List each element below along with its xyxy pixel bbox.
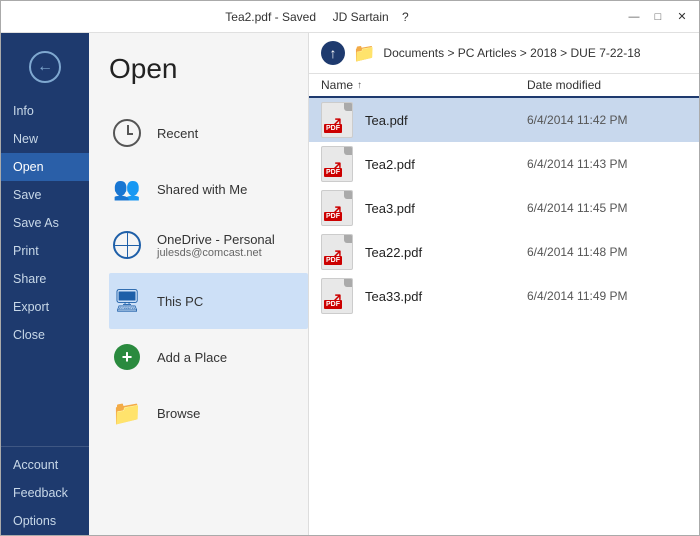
sidebar-bottom: Account Feedback Options bbox=[1, 446, 89, 535]
plus-icon: + bbox=[109, 339, 145, 375]
sidebar-item-print[interactable]: Print bbox=[1, 237, 89, 265]
computer-icon: 🖥 bbox=[109, 283, 145, 319]
open-nav-shared[interactable]: 👥 Shared with Me bbox=[109, 161, 308, 217]
sidebar-item-open[interactable]: Open bbox=[1, 153, 89, 181]
date-col-label: Date modified bbox=[527, 78, 601, 92]
open-nav-addplace[interactable]: + Add a Place bbox=[109, 329, 308, 385]
file-date: 6/4/2014 11:43 PM bbox=[527, 157, 687, 171]
table-row[interactable]: ↗ PDF Tea33.pdf 6/4/2014 11:49 PM bbox=[309, 274, 699, 318]
application-window: Tea2.pdf - Saved JD Sartain ? — □ ✕ ← In… bbox=[0, 0, 700, 536]
file-list-header: Name ↑ Date modified bbox=[309, 74, 699, 98]
file-name: Tea22.pdf bbox=[365, 245, 527, 260]
sort-arrow-icon: ↑ bbox=[357, 80, 362, 91]
onedrive-labels: OneDrive - Personal julesds@comcast.net bbox=[157, 232, 275, 259]
open-panel: Open Recent 👥 Shared with Me bbox=[89, 33, 309, 535]
column-name[interactable]: Name ↑ bbox=[321, 78, 527, 92]
sidebar-item-share[interactable]: Share bbox=[1, 265, 89, 293]
file-list-scroll[interactable]: ↗ PDF Tea.pdf 6/4/2014 11:42 PM ↗ PDF Te… bbox=[309, 98, 699, 535]
maximize-button[interactable]: □ bbox=[649, 8, 667, 26]
pdf-file-icon: ↗ PDF bbox=[321, 278, 357, 314]
open-nav-recent[interactable]: Recent bbox=[109, 105, 308, 161]
pdf-badge: PDF bbox=[324, 256, 342, 265]
people-icon: 👥 bbox=[109, 171, 145, 207]
file-name: Tea.pdf bbox=[365, 113, 527, 128]
doc-title: Tea2.pdf - Saved bbox=[225, 10, 316, 24]
file-date: 6/4/2014 11:45 PM bbox=[527, 201, 687, 215]
pdf-badge: PDF bbox=[324, 300, 342, 309]
titlebar: Tea2.pdf - Saved JD Sartain ? — □ ✕ bbox=[1, 1, 699, 33]
shared-label: Shared with Me bbox=[157, 182, 247, 197]
sidebar-item-saveas[interactable]: Save As bbox=[1, 209, 89, 237]
sidebar-item-new[interactable]: New bbox=[1, 125, 89, 153]
pdf-file-icon: ↗ PDF bbox=[321, 146, 357, 182]
sidebar-item-export[interactable]: Export bbox=[1, 293, 89, 321]
globe-icon bbox=[109, 227, 145, 263]
file-date: 6/4/2014 11:49 PM bbox=[527, 289, 687, 303]
table-row[interactable]: ↗ PDF Tea22.pdf 6/4/2014 11:48 PM bbox=[309, 230, 699, 274]
main-layout: ← Info New Open Save Save As Print Share… bbox=[1, 33, 699, 535]
minimize-button[interactable]: — bbox=[625, 8, 643, 26]
sidebar-item-account[interactable]: Account bbox=[1, 451, 89, 479]
pdf-badge: PDF bbox=[324, 124, 342, 133]
sidebar-item-save[interactable]: Save bbox=[1, 181, 89, 209]
open-title: Open bbox=[109, 53, 308, 85]
name-col-label: Name bbox=[321, 78, 353, 92]
pdf-badge: PDF bbox=[324, 168, 342, 177]
pdf-badge: PDF bbox=[324, 212, 342, 221]
table-row[interactable]: ↗ PDF Tea.pdf 6/4/2014 11:42 PM bbox=[309, 98, 699, 142]
table-row[interactable]: ↗ PDF Tea3.pdf 6/4/2014 11:45 PM bbox=[309, 186, 699, 230]
breadcrumb-folder-icon: 📁 bbox=[353, 43, 375, 64]
file-date: 6/4/2014 11:48 PM bbox=[527, 245, 687, 259]
onedrive-sublabel: julesds@comcast.net bbox=[157, 247, 275, 259]
file-name: Tea3.pdf bbox=[365, 201, 527, 216]
sidebar-item-options[interactable]: Options bbox=[1, 507, 89, 535]
browse-label: Browse bbox=[157, 406, 200, 421]
open-nav-onedrive[interactable]: OneDrive - Personal julesds@comcast.net bbox=[109, 217, 308, 273]
sidebar-item-close[interactable]: Close bbox=[1, 321, 89, 349]
titlebar-user: JD Sartain bbox=[333, 10, 389, 24]
titlebar-title: Tea2.pdf - Saved JD Sartain ? bbox=[9, 10, 625, 24]
open-nav-thispc[interactable]: 🖥 This PC bbox=[109, 273, 308, 329]
column-date[interactable]: Date modified bbox=[527, 78, 687, 92]
folder-icon: 📁 bbox=[109, 395, 145, 431]
breadcrumb-bar: ↑ 📁 Documents > PC Articles > 2018 > DUE… bbox=[309, 33, 699, 74]
sidebar-item-feedback[interactable]: Feedback bbox=[1, 479, 89, 507]
addplace-label: Add a Place bbox=[157, 350, 227, 365]
sidebar-item-info[interactable]: Info bbox=[1, 97, 89, 125]
thispc-label: This PC bbox=[157, 294, 203, 309]
breadcrumb-up-button[interactable]: ↑ bbox=[321, 41, 345, 65]
clock-icon bbox=[109, 115, 145, 151]
file-browser: ↑ 📁 Documents > PC Articles > 2018 > DUE… bbox=[309, 33, 699, 535]
file-name: Tea2.pdf bbox=[365, 157, 527, 172]
sidebar: ← Info New Open Save Save As Print Share… bbox=[1, 33, 89, 535]
file-date: 6/4/2014 11:42 PM bbox=[527, 113, 687, 127]
content-area: Open Recent 👥 Shared with Me bbox=[89, 33, 699, 535]
back-circle-icon[interactable]: ← bbox=[29, 51, 61, 83]
back-button[interactable]: ← bbox=[1, 41, 89, 93]
pdf-file-icon: ↗ PDF bbox=[321, 234, 357, 270]
onedrive-label: OneDrive - Personal bbox=[157, 232, 275, 247]
pdf-file-icon: ↗ PDF bbox=[321, 102, 357, 138]
breadcrumb-path: Documents > PC Articles > 2018 > DUE 7-2… bbox=[383, 46, 640, 60]
titlebar-help[interactable]: ? bbox=[402, 10, 409, 24]
recent-label: Recent bbox=[157, 126, 198, 141]
sidebar-nav: Info New Open Save Save As Print Share E… bbox=[1, 97, 89, 446]
close-button[interactable]: ✕ bbox=[673, 8, 691, 26]
titlebar-controls: — □ ✕ bbox=[625, 8, 691, 26]
file-name: Tea33.pdf bbox=[365, 289, 527, 304]
pdf-file-icon: ↗ PDF bbox=[321, 190, 357, 226]
open-nav-browse[interactable]: 📁 Browse bbox=[109, 385, 308, 441]
table-row[interactable]: ↗ PDF Tea2.pdf 6/4/2014 11:43 PM bbox=[309, 142, 699, 186]
